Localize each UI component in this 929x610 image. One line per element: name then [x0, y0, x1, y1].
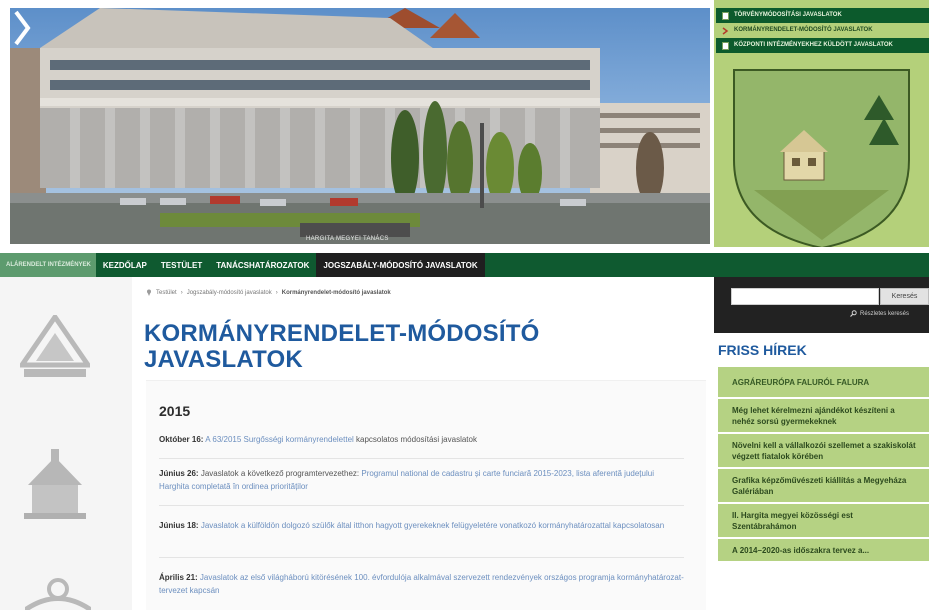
advanced-search-link[interactable]: Részletes keresés: [850, 310, 909, 317]
right-sidebar: Keresés Részletes keresés FRISS HÍREK AG…: [714, 277, 929, 610]
page-title: KORMÁNYRENDELET-MÓDOSÍTÓ JAVASLATOK: [144, 320, 540, 373]
news-list: AGRÁREURÓPA FALURÓL FALURA Még lehet kér…: [718, 367, 929, 563]
divider: [159, 505, 684, 506]
breadcrumb-separator: ›: [180, 289, 183, 296]
quick-links: TÖRVÉNYMÓDOSÍTÁSI JAVASLATOK KORMÁNYREND…: [716, 8, 929, 53]
entry-date: Június 18:: [159, 521, 199, 530]
entry-text[interactable]: Javaslatok az első világháború kitörésén…: [159, 573, 684, 595]
divider: [159, 557, 684, 558]
proposals-list: 2015 Október 16: A 63/2015 Surgősségi ko…: [146, 380, 706, 610]
entry-text: Javaslatok a következő programtervezethe…: [200, 469, 360, 478]
list-item: Június 26: Javaslatok a következő progra…: [159, 467, 684, 493]
main-content: Testület › Jogszabály-módosító javaslato…: [132, 277, 714, 610]
quick-link-law-proposals[interactable]: TÖRVÉNYMÓDOSÍTÁSI JAVASLATOK: [716, 8, 929, 23]
hero-banner: HARGITA MEGYEI TANÁCS TÖRVÉNYMÓDOSÍTÁSI …: [0, 0, 929, 247]
search-button[interactable]: Keresés: [880, 288, 929, 305]
quick-link-label: TÖRVÉNYMÓDOSÍTÁSI JAVASLATOK: [734, 12, 842, 18]
search-box: Keresés Részletes keresés: [714, 277, 929, 333]
arrow-right-icon: [722, 27, 729, 35]
news-item[interactable]: Grafika képzőművészeti kiállítás a Megye…: [718, 469, 929, 504]
search-icon: [850, 310, 857, 317]
entry-date: Április 21:: [159, 573, 198, 582]
breadcrumb: Testület › Jogszabály-módosító javaslato…: [146, 289, 391, 296]
news-item[interactable]: II. Hargita megyei közösségi est Szentáb…: [718, 504, 929, 539]
list-item: Április 21: Javaslatok az első világhábo…: [159, 571, 684, 597]
quick-links-panel: TÖRVÉNYMÓDOSÍTÁSI JAVASLATOK KORMÁNYREND…: [714, 0, 929, 247]
document-icon: [722, 12, 729, 20]
news-item[interactable]: A 2014–2020-as időszakra tervez a...: [718, 539, 929, 563]
church-motif: [24, 449, 86, 519]
quick-link-government-decree[interactable]: KORMÁNYRENDELET-MÓDOSÍTÓ JAVASLATOK: [716, 23, 929, 38]
document-icon: [722, 42, 729, 50]
entry-date: Június 26:: [159, 469, 199, 478]
search-input[interactable]: [731, 288, 879, 305]
entry-text[interactable]: Javaslatok a külföldön dolgozó szülők ál…: [201, 521, 664, 530]
photo-caption: HARGITA MEGYEI TANÁCS: [306, 236, 389, 242]
news-item[interactable]: AGRÁREURÓPA FALURÓL FALURA: [718, 367, 929, 399]
nav-item-legislation-proposals[interactable]: JOGSZABÁLY-MÓDOSÍTÓ JAVASLATOK: [316, 253, 485, 277]
breadcrumb-item[interactable]: Jogszabály-módosító javaslatok: [187, 290, 272, 296]
nav-item-home[interactable]: KEZDŐLAP: [96, 253, 154, 277]
advanced-search-label: Részletes keresés: [860, 310, 910, 317]
year-heading: 2015: [159, 403, 191, 419]
hero-photo: HARGITA MEGYEI TANÁCS: [10, 8, 710, 244]
figure-motif: [25, 578, 91, 610]
chevron-right-icon[interactable]: [10, 8, 34, 48]
list-item: Október 16: A 63/2015 Surgősségi kormány…: [159, 433, 684, 446]
nav-item-subordinate-institutions[interactable]: ALÁRENDELT INTÉZMÉNYEK: [0, 253, 96, 277]
divider: [159, 458, 684, 459]
breadcrumb-item[interactable]: Testület: [156, 290, 177, 296]
pin-icon: [147, 289, 151, 296]
entry-text: kapcsolatos módosítási javaslatok: [356, 435, 477, 444]
quick-link-central-institutions[interactable]: KÖZPONTI INTÉZMÉNYEKHEZ KÜLDÖTT JAVASLAT…: [716, 38, 929, 53]
breadcrumb-current: Kormányrendelet-módosító javaslatok: [281, 289, 391, 296]
main-nav: ALÁRENDELT INTÉZMÉNYEK KEZDŐLAP TESTÜLET…: [0, 253, 929, 277]
entry-link[interactable]: A 63/2015 Surgősségi kormányrendelettel: [205, 435, 354, 444]
news-item[interactable]: Növelni kell a vállalkozói szellemet a s…: [718, 434, 929, 469]
entry-date: Október 16:: [159, 435, 204, 444]
quick-link-label: KÖZPONTI INTÉZMÉNYEKHEZ KÜLDÖTT JAVASLAT…: [734, 42, 893, 48]
quick-link-label: KORMÁNYRENDELET-MÓDOSÍTÓ JAVASLATOK: [734, 27, 873, 33]
list-item: Június 18: Javaslatok a külföldön dolgoz…: [159, 519, 684, 532]
ornament-motif: [20, 315, 90, 377]
news-item[interactable]: Még lehet kérelmezni ajándékot készíteni…: [718, 399, 929, 434]
county-hall-photo: [10, 8, 710, 244]
left-decoration: [0, 277, 132, 610]
breadcrumb-separator: ›: [275, 289, 278, 296]
nav-item-council[interactable]: TESTÜLET: [154, 253, 209, 277]
nav-item-council-decisions[interactable]: TANÁCSHATÁROZATOK: [209, 253, 316, 277]
news-heading: FRISS HÍREK: [718, 342, 807, 358]
